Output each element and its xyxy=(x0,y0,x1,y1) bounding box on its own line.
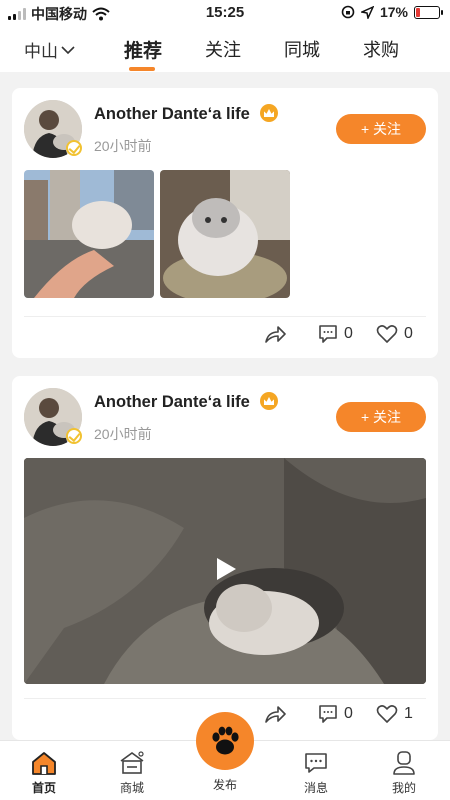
status-right: 17% xyxy=(341,4,443,20)
nav-profile[interactable]: 我的 xyxy=(374,741,434,800)
post-video[interactable] xyxy=(24,458,426,684)
rotation-lock-icon xyxy=(341,5,355,19)
follow-button[interactable]: + 关注 xyxy=(336,114,426,144)
post-card[interactable]: Another Dante‘a life 20小时前 + 关注 0 0 xyxy=(12,88,438,358)
like-count: 0 xyxy=(404,325,413,342)
location-icon xyxy=(360,5,374,19)
username[interactable]: Another Dante‘a life xyxy=(94,393,250,412)
nav-shop[interactable]: 商城 xyxy=(102,741,162,800)
nav-messages[interactable]: 消息 xyxy=(286,741,346,800)
nav-messages-label: 消息 xyxy=(303,781,328,795)
tab-nearby[interactable]: 同城 xyxy=(284,36,320,62)
publish-label: 发布 xyxy=(212,778,237,792)
post-time: 20小时前 xyxy=(94,426,152,442)
tab-recommend[interactable]: 推荐 xyxy=(124,36,162,63)
nav-profile-label: 我的 xyxy=(391,781,416,795)
divider xyxy=(24,316,426,317)
nav-shop-label: 商城 xyxy=(119,781,144,795)
city-label: 中山 xyxy=(24,42,58,61)
post-photo[interactable] xyxy=(160,170,290,298)
shop-icon xyxy=(120,751,144,774)
cat-photo-image xyxy=(24,170,154,298)
heart-icon xyxy=(376,325,398,343)
verified-badge-icon xyxy=(66,428,82,444)
cat-photo-image xyxy=(160,170,290,298)
paw-icon xyxy=(212,726,239,755)
comment-count: 0 xyxy=(344,325,353,342)
username[interactable]: Another Dante‘a life xyxy=(94,105,250,124)
comment-count: 0 xyxy=(344,705,353,722)
share-icon[interactable] xyxy=(264,324,286,344)
play-icon[interactable] xyxy=(217,558,236,580)
crown-icon xyxy=(260,104,278,122)
tab-following[interactable]: 关注 xyxy=(205,36,241,62)
post-photo[interactable] xyxy=(24,170,154,298)
post-card[interactable]: Another Dante‘a life 20小时前 + 关注 0 1 xyxy=(12,376,438,740)
share-icon[interactable] xyxy=(264,704,286,724)
post-time: 20小时前 xyxy=(94,138,152,154)
nav-home[interactable]: 首页 xyxy=(14,741,74,800)
status-bar: 中国移动 15:25 17% xyxy=(0,0,450,26)
comment-action[interactable]: 0 xyxy=(318,324,353,344)
battery-percent: 17% xyxy=(379,4,408,20)
crown-icon xyxy=(260,392,278,410)
divider xyxy=(24,698,426,699)
chevron-down-icon xyxy=(61,45,75,54)
nav-home-label: 首页 xyxy=(31,781,56,795)
comment-icon xyxy=(319,705,337,723)
like-count: 1 xyxy=(404,705,413,722)
publish-button[interactable] xyxy=(196,712,254,770)
active-tab-indicator xyxy=(129,67,155,71)
profile-icon xyxy=(393,751,415,775)
tab-wanted[interactable]: 求购 xyxy=(363,36,399,62)
verified-badge-icon xyxy=(66,140,82,156)
top-nav: 中山 推荐 关注 同城 求购 xyxy=(0,26,450,72)
like-action[interactable]: 1 xyxy=(376,704,413,724)
city-selector[interactable]: 中山 xyxy=(24,37,75,62)
follow-button[interactable]: + 关注 xyxy=(336,402,426,432)
like-action[interactable]: 0 xyxy=(376,324,413,344)
home-icon xyxy=(32,752,56,775)
battery-icon xyxy=(414,5,443,19)
message-icon xyxy=(305,753,327,773)
comment-icon xyxy=(319,325,337,343)
heart-icon xyxy=(376,705,398,723)
comment-action[interactable]: 0 xyxy=(318,704,353,724)
